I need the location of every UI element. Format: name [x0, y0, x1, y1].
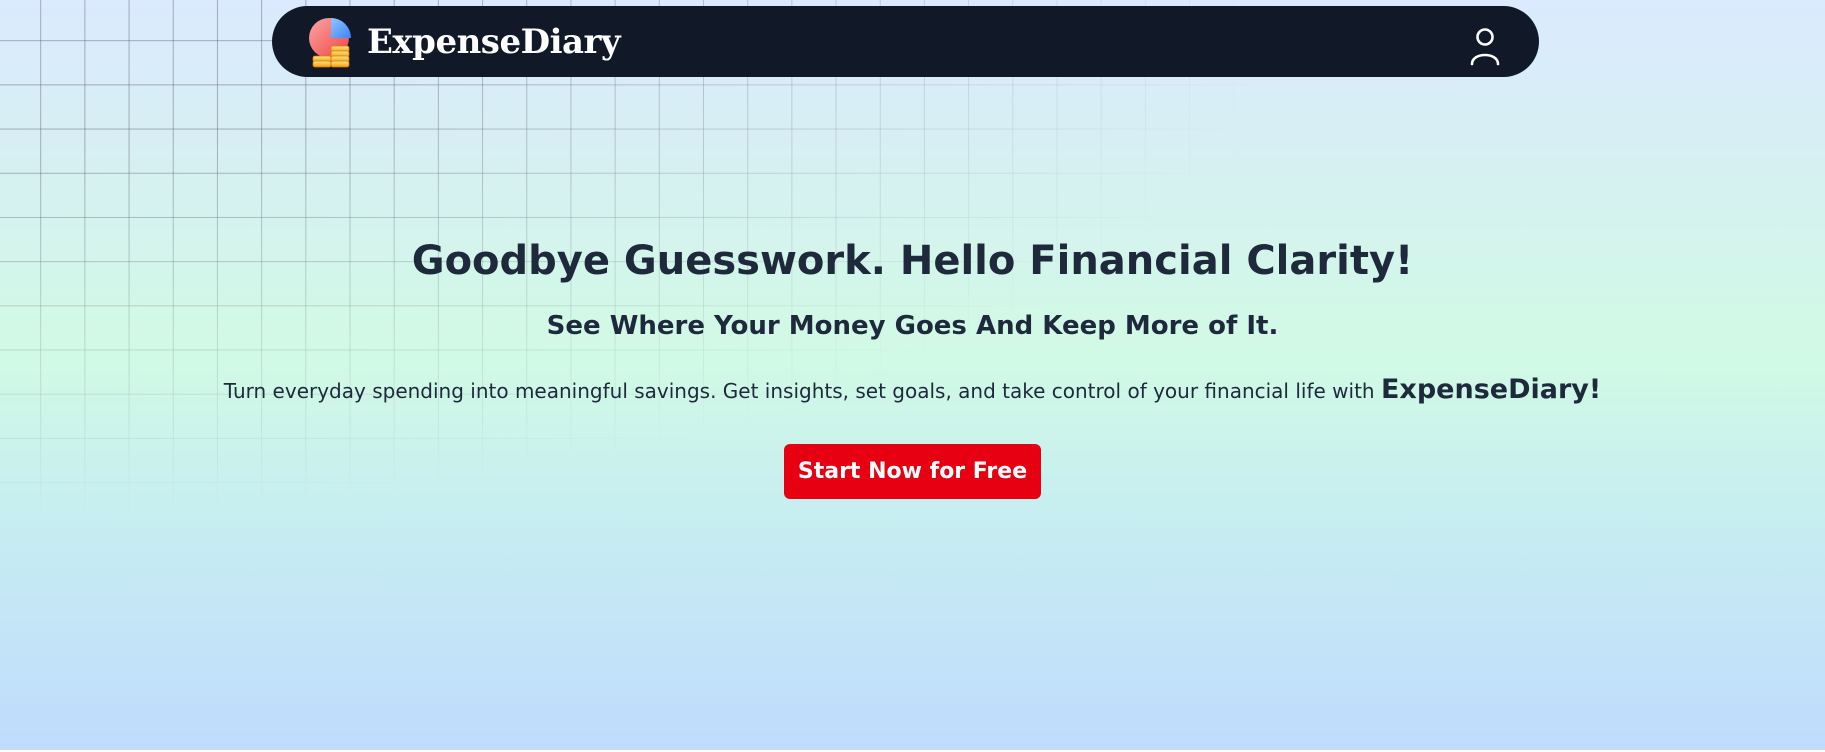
hero-description-brand: ExpenseDiary! — [1380, 374, 1602, 405]
hero-description-text: Turn everyday spending into meaningful s… — [223, 379, 1375, 403]
navbar: ExpenseDiary — [272, 6, 1539, 77]
brand-link[interactable]: ExpenseDiary — [307, 16, 621, 68]
brand-name: ExpenseDiary — [367, 21, 621, 62]
user-icon — [1470, 28, 1500, 66]
start-now-button[interactable]: Start Now for Free — [784, 444, 1041, 499]
account-button[interactable] — [1467, 24, 1503, 68]
pie-chart-coins-icon — [309, 17, 351, 67]
hero-headline: Goodbye Guesswork. Hello Financial Clari… — [411, 238, 1414, 284]
hero-description: Turn everyday spending into meaningful s… — [0, 374, 1825, 405]
hero-subheadline: See Where Your Money Goes And Keep More … — [546, 311, 1279, 341]
